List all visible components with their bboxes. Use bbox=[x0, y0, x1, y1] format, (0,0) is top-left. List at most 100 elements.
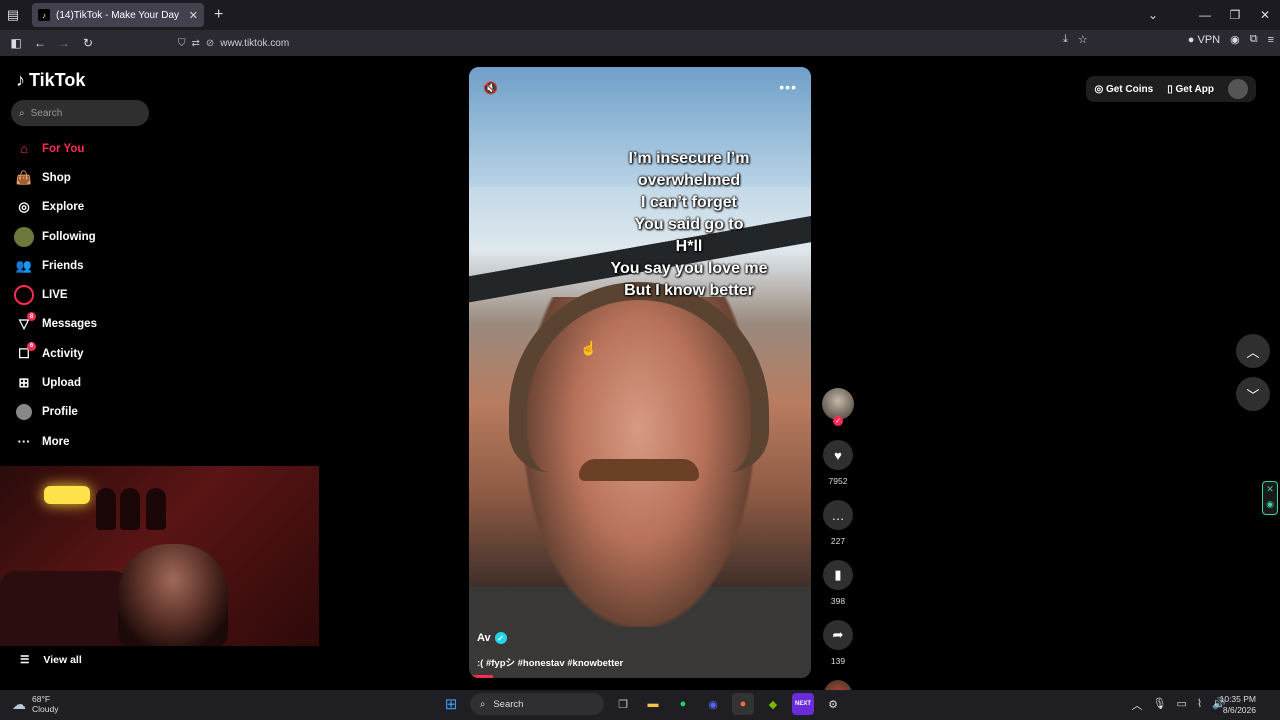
sidebar-item-profile[interactable]: Profile bbox=[14, 398, 194, 427]
sidebar-item-label: Messages bbox=[42, 318, 97, 331]
windows-start-icon[interactable]: ⊞ bbox=[440, 693, 462, 715]
save-count: 398 bbox=[830, 596, 846, 606]
sidebar-item-explore[interactable]: ◎ Explore bbox=[14, 193, 194, 222]
address-bar[interactable]: ⛉ ⇄ ⊘ www.tiktok.com bbox=[178, 33, 1083, 53]
sidebar-item-for-you[interactable]: ⌂ For You bbox=[14, 134, 194, 163]
creator-avatar[interactable]: ✓ bbox=[822, 388, 854, 426]
browser-tab-active[interactable]: ♪ (14)TikTok - Make Your Day ✕ bbox=[32, 3, 204, 27]
view-all-button[interactable]: ☰ View all bbox=[20, 654, 82, 666]
restore-icon[interactable]: ❐ bbox=[1220, 8, 1250, 22]
minimize-icon[interactable]: — bbox=[1190, 8, 1220, 22]
sidebar-item-friends[interactable]: 👥 Friends bbox=[14, 251, 194, 280]
chevron-up-icon: ︿ bbox=[1246, 344, 1260, 360]
messages-icon: ▽ 8 bbox=[14, 312, 36, 334]
vpn-button[interactable]: ● VPN bbox=[1188, 34, 1220, 46]
sidebar-item-label: Friends bbox=[42, 259, 84, 272]
tray-chevron-up-icon[interactable]: ︿ bbox=[1132, 697, 1143, 713]
share-action[interactable]: ➦ 139 bbox=[820, 620, 856, 666]
weather-condition: Cloudy bbox=[32, 704, 59, 714]
close-tab-icon[interactable]: ✕ bbox=[189, 9, 198, 22]
windows-taskbar: ☁ 68°F Cloudy ⊞ ⌕ Search ❐ ▬ ● ◉ ● ◆ NEX… bbox=[0, 690, 1280, 720]
file-explorer-icon[interactable]: ▬ bbox=[642, 693, 664, 715]
live-icon bbox=[14, 285, 34, 306]
tab-overflow-chevron-icon[interactable]: ⌄ bbox=[1138, 8, 1168, 22]
tiktok-logo[interactable]: ♪ TikTok bbox=[16, 70, 85, 91]
permissions-icon[interactable]: ⇄ bbox=[192, 38, 200, 49]
share-arrow-icon[interactable]: ➦ bbox=[823, 620, 853, 650]
reload-icon[interactable]: ↻ bbox=[76, 36, 100, 50]
like-action[interactable]: ♥ 7952 bbox=[820, 440, 856, 486]
close-window-icon[interactable]: ✕ bbox=[1250, 8, 1280, 22]
new-tab-icon[interactable]: + bbox=[214, 6, 223, 24]
menu-icon[interactable]: ≡ bbox=[1268, 34, 1274, 46]
back-icon[interactable]: ← bbox=[28, 36, 52, 50]
caption-line: I’m insecure I’m bbox=[628, 150, 750, 167]
bookmark-icon[interactable]: ▮ bbox=[823, 560, 853, 590]
next-app-icon[interactable]: NEXT bbox=[792, 693, 814, 715]
tiktok-note-icon: ♪ bbox=[16, 70, 25, 90]
spotify-icon[interactable]: ● bbox=[672, 693, 694, 715]
messages-badge: 8 bbox=[27, 312, 36, 322]
next-video-button[interactable]: ﹀ bbox=[1236, 377, 1270, 411]
microphone-icon[interactable]: 🎙 bbox=[1153, 697, 1167, 713]
sidebar-item-shop[interactable]: 👜 Shop bbox=[14, 163, 194, 192]
video-description[interactable]: :( #fypシ #honestav #knowbetter bbox=[477, 655, 623, 669]
bookmark-star-icon[interactable]: ☆ bbox=[1078, 33, 1088, 46]
firefox-icon[interactable]: ● bbox=[732, 693, 754, 715]
verified-badge-icon: ✓ bbox=[494, 632, 507, 644]
like-count: 7952 bbox=[828, 476, 848, 486]
sidebar-item-upload[interactable]: ⊞ Upload bbox=[14, 368, 194, 397]
vpn-label: VPN bbox=[1197, 33, 1221, 46]
hexagon-lights bbox=[44, 486, 90, 504]
toolbar-right: ⤓ ☆ ● VPN ◉ ⧉ ≡ bbox=[1063, 33, 1274, 46]
comment-count: 227 bbox=[830, 536, 846, 546]
weather-widget[interactable]: ☁ 68°F Cloudy bbox=[12, 694, 58, 714]
heart-icon[interactable]: ♥ bbox=[823, 440, 853, 470]
compass-icon: ◎ bbox=[18, 199, 30, 215]
user-avatar[interactable] bbox=[1228, 79, 1248, 99]
video-player[interactable]: 🔇 ••• I’m insecure I’m overwhelmed I can… bbox=[469, 67, 811, 678]
more-dots-icon: ··· bbox=[17, 434, 31, 450]
comment-icon[interactable]: … bbox=[823, 500, 853, 530]
follow-plus-icon[interactable]: ✓ bbox=[833, 416, 843, 426]
task-view-icon[interactable]: ❐ bbox=[612, 693, 634, 715]
tab-list-icon[interactable]: ▤ bbox=[0, 0, 26, 30]
discord-icon[interactable]: ◉ bbox=[702, 693, 724, 715]
account-icon[interactable]: ◉ bbox=[1230, 33, 1240, 46]
display-icon[interactable]: ▭ bbox=[1177, 697, 1187, 713]
video-author[interactable]: Av ✓ bbox=[477, 632, 507, 644]
activity-badge: 6 bbox=[27, 341, 36, 351]
sidebar-item-more[interactable]: ··· More bbox=[14, 427, 194, 456]
system-tray: ︿ 🎙 ▭ ⌇ 🔊 bbox=[1132, 697, 1226, 713]
clock-date: 8/6/2026 bbox=[1222, 705, 1256, 715]
nvidia-icon[interactable]: ◆ bbox=[762, 693, 784, 715]
network-icon[interactable]: ⌇ bbox=[1197, 697, 1202, 713]
extension-widget[interactable]: ✕ ◉ bbox=[1262, 481, 1278, 515]
get-app-button[interactable]: ▯ Get App bbox=[1167, 84, 1214, 95]
sidebar-item-label: Profile bbox=[42, 406, 78, 419]
extensions-icon[interactable]: ⧉ bbox=[1250, 33, 1258, 46]
video-more-icon[interactable]: ••• bbox=[779, 79, 797, 95]
search-input[interactable]: ⌕ Search bbox=[11, 100, 149, 126]
caption-line: You said go to bbox=[634, 216, 744, 233]
caption-line: You say you love me bbox=[610, 260, 768, 277]
steam-icon[interactable]: ⚙ bbox=[822, 693, 844, 715]
sidebar-item-live[interactable]: LIVE bbox=[14, 280, 194, 309]
comment-action[interactable]: … 227 bbox=[820, 500, 856, 546]
video-progress-bar[interactable] bbox=[469, 675, 493, 678]
get-app-label: Get App bbox=[1175, 83, 1214, 95]
mute-icon[interactable]: 🔇 bbox=[483, 81, 498, 95]
tiktok-favicon-icon: ♪ bbox=[38, 9, 50, 21]
forward-icon[interactable]: → bbox=[52, 36, 76, 50]
sidebar-item-label: LIVE bbox=[42, 289, 68, 302]
get-coins-button[interactable]: ◎ Get Coins bbox=[1094, 84, 1153, 95]
download-icon[interactable]: ⤓ bbox=[1063, 33, 1068, 46]
taskbar-search[interactable]: ⌕ Search bbox=[470, 693, 604, 715]
save-action[interactable]: ▮ 398 bbox=[820, 560, 856, 606]
previous-video-button[interactable]: ︿ bbox=[1236, 334, 1270, 368]
taskbar-clock[interactable]: 10:35 PM 8/6/2026 bbox=[1220, 694, 1256, 716]
sidebar-item-following[interactable]: Following bbox=[14, 222, 194, 251]
sidebar-item-activity[interactable]: ☐ 6 Activity bbox=[14, 339, 194, 368]
sidebar-toggle-icon[interactable]: ◧ bbox=[4, 36, 28, 50]
sidebar-item-messages[interactable]: ▽ 8 Messages bbox=[14, 310, 194, 339]
